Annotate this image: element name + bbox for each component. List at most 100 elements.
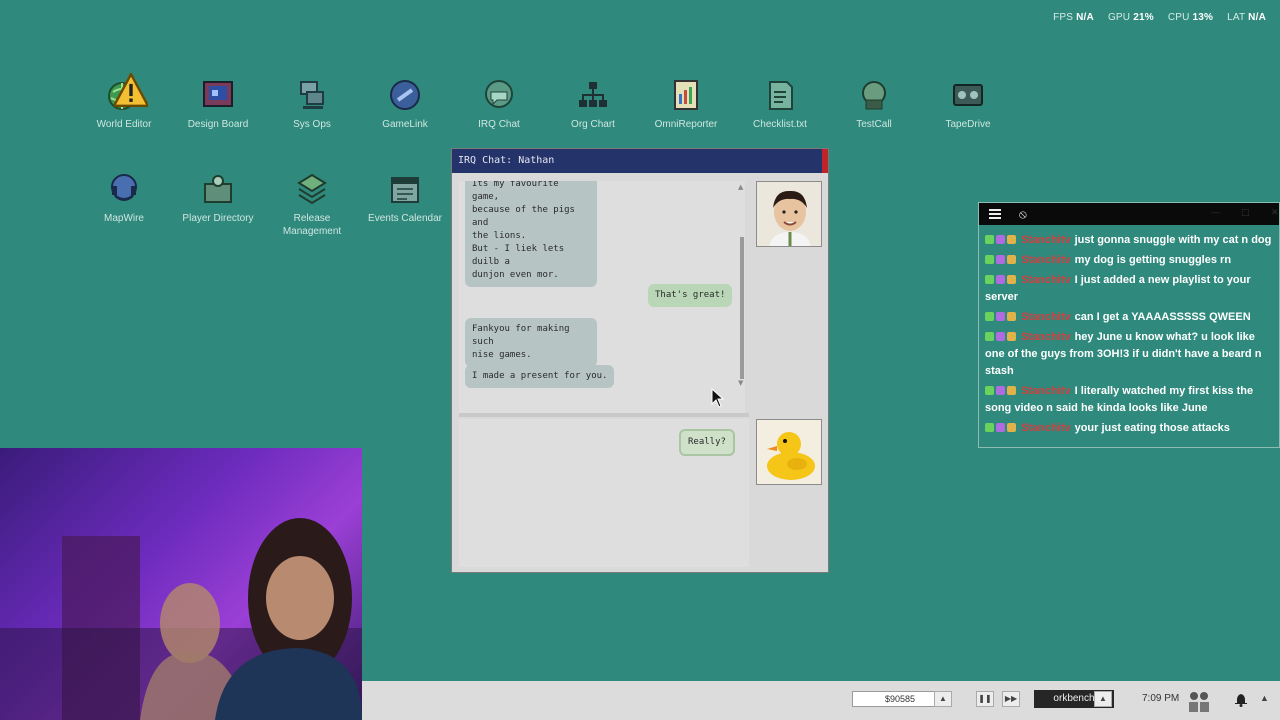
scroll-up-icon[interactable]: ▲ [738, 183, 743, 191]
chat-username: Stanchitv [1021, 311, 1071, 323]
chat-line: Stanchitv I literally watched my first ki… [985, 383, 1273, 417]
gpu-stat: GPU 21% [1107, 12, 1154, 23]
desktop-icon-release-management[interactable]: Release Management [264, 172, 360, 238]
badge-icon [985, 255, 994, 264]
omnireporter-icon [669, 78, 703, 112]
badge-icon [985, 332, 994, 341]
chat-text: your just eating those attacks [1074, 422, 1230, 434]
notification-bell-icon[interactable] [1234, 693, 1248, 707]
badge-icon [1007, 386, 1016, 395]
desktop-icon-design-board[interactable]: Design Board [170, 78, 266, 131]
team-icon[interactable] [1186, 688, 1212, 714]
close-icon[interactable]: ✕ [1271, 208, 1279, 218]
irq-chat-icon [482, 78, 516, 112]
chat-scrollbar[interactable]: ▲ ▼ [738, 183, 745, 387]
badge-icon [996, 386, 1005, 395]
badge-icon [996, 423, 1005, 432]
chat-message: But - I liek lets duilb a dunjon even mo… [465, 238, 597, 287]
desktop-icon-player-directory[interactable]: Player Directory [170, 172, 266, 225]
project-menu-button[interactable]: ▲ [1094, 691, 1112, 707]
badge-icon [1007, 275, 1016, 284]
menu-icon[interactable] [989, 209, 1001, 219]
desktop-icon-org-chart[interactable]: Org Chart [545, 78, 641, 131]
badge-icon [985, 312, 994, 321]
icon-label: MapWire [103, 213, 144, 224]
stream-chat-overlay[interactable]: ⦸ — □ ✕ Stanchitv just gonna snuggle with… [978, 202, 1280, 448]
chat-message: I made a present for you. [465, 365, 615, 388]
gamelink-icon [388, 78, 422, 112]
icon-label: Player Directory [182, 213, 254, 224]
icon-label: World Editor [96, 119, 152, 130]
reply-area[interactable]: Really? [459, 419, 749, 567]
chat-username: Stanchitv [1021, 385, 1071, 397]
desktop-icon-sys-ops[interactable]: Sys Ops [264, 78, 360, 131]
mapwire-icon [107, 172, 141, 206]
badge-icon [996, 332, 1005, 341]
icon-label: Sys Ops [293, 119, 331, 130]
close-button[interactable] [822, 149, 828, 173]
mouse-cursor-icon [711, 388, 725, 408]
minimize-icon[interactable]: — [1211, 208, 1220, 218]
desktop-icon-mapwire[interactable]: MapWire [76, 172, 172, 225]
chat-message-own: That's great! [648, 284, 733, 307]
badge-icon [985, 423, 994, 432]
pause-button[interactable]: ❚❚ [976, 691, 994, 707]
money-menu-button[interactable]: ▲ [934, 691, 952, 707]
desktop-icon-world-editor[interactable]: World Editor [76, 73, 172, 131]
badge-icon [985, 235, 994, 244]
chat-text: can I get a YAAAASSSSS QWEEN [1074, 311, 1251, 323]
icon-label: IRQ Chat [478, 119, 520, 130]
scroll-down-icon[interactable]: ▼ [738, 379, 743, 387]
desktop-icon-omnireporter[interactable]: OmniReporter [638, 78, 734, 131]
stream-chat-toolbar: ⦸ — □ ✕ [979, 203, 1279, 225]
chat-message: Fankyou for making such nise games. [465, 318, 597, 367]
desktop-icon-irq-chat[interactable]: IRQ Chat [451, 78, 547, 131]
chat-line: Stanchitv your just eating those attacks [985, 420, 1273, 437]
icon-label: Release Management [282, 213, 342, 237]
divider [459, 413, 749, 417]
chat-text: just gonna snuggle with my cat n dog [1074, 234, 1272, 246]
release-management-icon [295, 172, 329, 206]
irq-chat-window[interactable]: IRQ Chat: Nathan Its my favourite game, … [451, 148, 829, 573]
desktop-icon-tapedrive[interactable]: TapeDrive [920, 78, 1016, 131]
icon-label: TapeDrive [945, 119, 991, 130]
desktop-icon-testcall[interactable]: TestCall [826, 78, 922, 131]
chat-history[interactable]: Its my favourite game, because of the pi… [459, 181, 745, 413]
chat-line: Stanchitv my dog is getting snuggles rn [985, 252, 1273, 269]
icon-label: Events Calendar [368, 213, 442, 224]
reply-option-button[interactable]: Really? [679, 429, 735, 456]
globe-edit-icon [107, 73, 148, 112]
contact-avatar [756, 181, 822, 247]
clock: 7:09 PM [1142, 693, 1180, 704]
badge-icon [996, 275, 1005, 284]
chat-username: Stanchitv [1021, 234, 1071, 246]
badge-icon [996, 312, 1005, 321]
chat-username: Stanchitv [1021, 331, 1071, 343]
badge-icon [1007, 255, 1016, 264]
desktop-icon-gamelink[interactable]: GameLink [357, 78, 453, 131]
webcam-feed [0, 448, 362, 720]
maximize-icon[interactable]: □ [1241, 208, 1250, 218]
hide-icon[interactable]: ⦸ [1019, 207, 1027, 222]
badge-icon [996, 255, 1005, 264]
icon-label: GameLink [382, 119, 428, 130]
desktop-icon-checklist[interactable]: Checklist.txt [732, 78, 828, 131]
icon-label: Org Chart [571, 119, 615, 130]
chat-username: Stanchitv [1021, 274, 1071, 286]
tray-expand-icon[interactable]: ▲ [1260, 693, 1269, 703]
badge-icon [1007, 312, 1016, 321]
chat-username: Stanchitv [1021, 254, 1071, 266]
tapedrive-icon [951, 78, 985, 112]
lat-stat: LAT N/A [1227, 12, 1266, 23]
chat-line: Stanchitv just gonna snuggle with my cat … [985, 232, 1273, 249]
scrollbar-thumb[interactable] [740, 237, 744, 379]
window-titlebar[interactable]: IRQ Chat: Nathan [452, 149, 828, 173]
badge-icon [996, 235, 1005, 244]
desktop-icon-events-calendar[interactable]: Events Calendar [357, 172, 453, 225]
chat-line: Stanchitv I just added a new playlist to … [985, 272, 1273, 306]
chat-line: Stanchitv can I get a YAAAASSSSS QWEEN [985, 309, 1273, 326]
fast-forward-button[interactable]: ▶▶ [1002, 691, 1020, 707]
stream-chat-messages: Stanchitv just gonna snuggle with my cat … [979, 225, 1279, 447]
user-avatar-duck [756, 419, 822, 485]
sys-ops-icon [295, 78, 329, 112]
